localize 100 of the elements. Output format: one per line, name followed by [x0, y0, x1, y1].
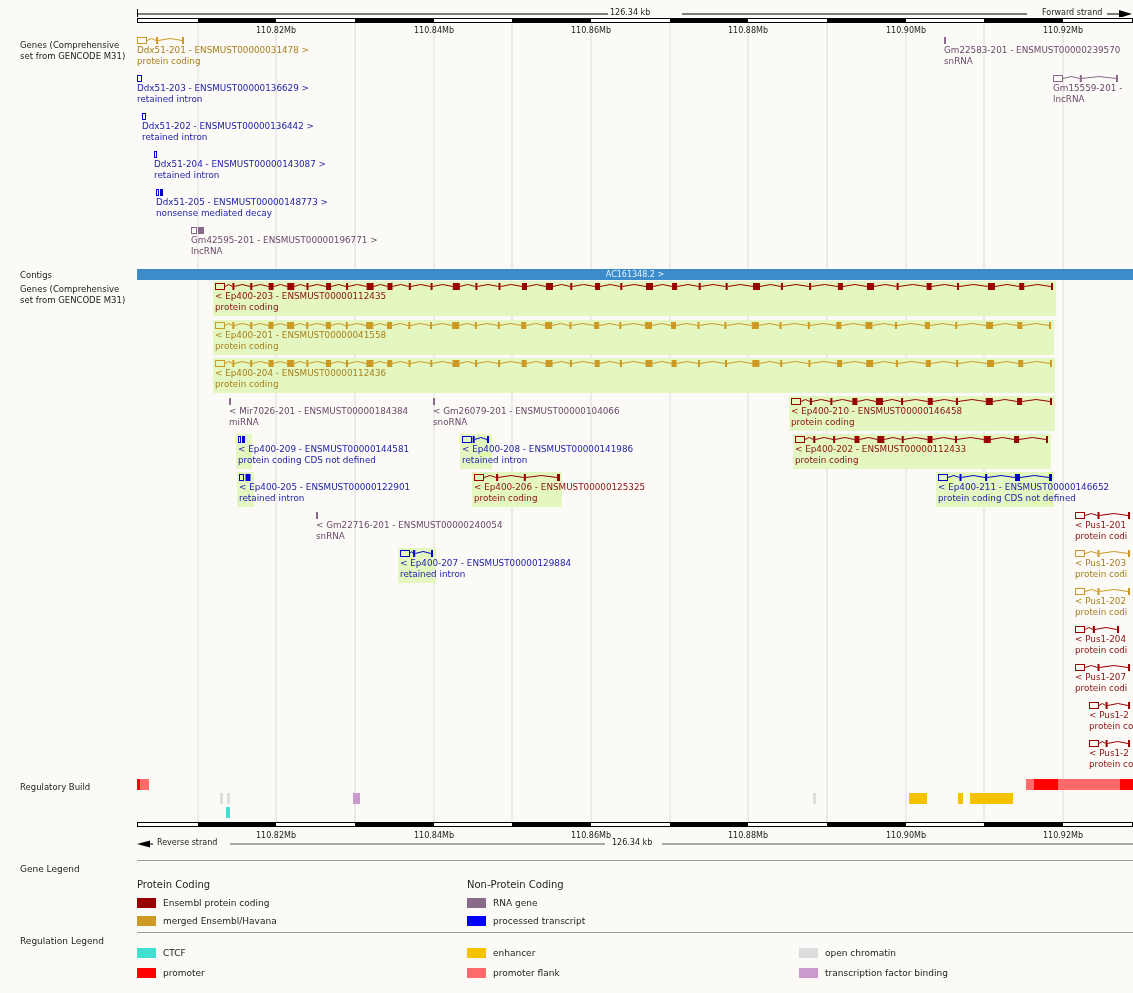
biotype-label: protein codi	[1075, 607, 1128, 618]
track-label: Contigs	[20, 270, 54, 281]
transcript-name[interactable]: < Pus1-2	[1089, 748, 1133, 759]
transcript-drawing[interactable]	[791, 398, 1053, 405]
transcript-drawing[interactable]	[238, 436, 246, 443]
transcript-drawing[interactable]	[137, 75, 143, 82]
legend-item-label: open chromatin	[825, 948, 896, 958]
transcript-drawing[interactable]	[239, 474, 252, 481]
transcript-name[interactable]: Ddx51-202 - ENSMUST00000136442 >	[142, 121, 314, 132]
tick-label: 110.86Mb	[570, 831, 612, 841]
transcript-name[interactable]: < Gm26079-201 - ENSMUST00000104066	[433, 406, 620, 417]
transcript-drawing[interactable]	[462, 436, 490, 443]
biotype-label: protein co	[1089, 721, 1133, 732]
transcript-drawing[interactable]	[142, 113, 147, 120]
biotype-label: protein coding	[137, 56, 202, 67]
transcript-drawing[interactable]	[474, 474, 560, 481]
transcript-name[interactable]: Gm42595-201 - ENSMUST00000196771 >	[191, 235, 378, 246]
transcript-name[interactable]: < Gm22716-201 - ENSMUST00000240054	[316, 520, 503, 531]
transcript-name[interactable]: < Pus1-207	[1075, 672, 1128, 683]
transcript-name[interactable]: < Ep400-209 - ENSMUST00000144581	[238, 444, 410, 455]
legend-item-label: promoter	[163, 968, 205, 978]
legend-item-label: transcription factor binding	[825, 968, 948, 978]
biotype-label: protein codi	[1075, 531, 1128, 542]
transcript-name[interactable]: < Pus1-203	[1075, 558, 1128, 569]
biotype-label: protein coding	[791, 417, 856, 428]
biotype-label: protein coding CDS not defined	[238, 455, 377, 466]
transcript-name[interactable]: Ddx51-203 - ENSMUST00000136629 >	[137, 83, 309, 94]
transcript-drawing[interactable]	[1075, 512, 1131, 519]
legend-item-label: promoter flank	[493, 968, 560, 978]
transcript-drawing[interactable]	[154, 151, 158, 158]
transcript-drawing[interactable]	[1075, 626, 1120, 633]
transcript-drawing[interactable]	[1053, 75, 1119, 82]
biotype-label: lncRNA	[191, 246, 224, 257]
biotype-label: snRNA	[316, 531, 346, 542]
legend-item-label: CTCF	[163, 948, 186, 958]
biotype-label: snRNA	[944, 56, 974, 67]
transcript-drawing[interactable]	[1089, 702, 1131, 709]
transcript-name[interactable]: < Ep400-207 - ENSMUST00000129884	[400, 558, 572, 569]
biotype-label: retained intron	[400, 569, 467, 580]
biotype-label: retained intron	[154, 170, 221, 181]
tick-label: 110.88Mb	[727, 831, 769, 841]
transcript-name[interactable]: < Ep400-211 - ENSMUST00000146652	[938, 482, 1110, 493]
transcript-name[interactable]: < Ep400-203 - ENSMUST00000112435	[215, 291, 387, 302]
biotype-label: retained intron	[239, 493, 306, 504]
transcript-name[interactable]: < Pus1-201	[1075, 520, 1128, 531]
transcript-name[interactable]: < Ep400-210 - ENSMUST00000146458	[791, 406, 963, 417]
biotype-label: protein coding	[215, 302, 280, 313]
legend-group-title: Protein Coding	[137, 879, 212, 891]
biotype-label: lncRNA	[1053, 94, 1086, 105]
biotype-label: protein co	[1089, 759, 1133, 770]
strand-label: Forward strand	[1040, 8, 1105, 18]
transcript-name[interactable]: < Pus1-202	[1075, 596, 1128, 607]
track-label: Genes (Comprehensive set from GENCODE M31)	[20, 284, 127, 306]
legend-item-label: enhancer	[493, 948, 536, 958]
transcript-name[interactable]: Ddx51-204 - ENSMUST00000143087 >	[154, 159, 326, 170]
legend-group-title: Non-Protein Coding	[467, 879, 565, 891]
transcript-drawing[interactable]	[400, 550, 434, 557]
transcript-name[interactable]: < Ep400-206 - ENSMUST00000125325	[474, 482, 646, 493]
tick-label: 110.84Mb	[413, 831, 455, 841]
transcript-name[interactable]: < Pus1-204	[1075, 634, 1128, 645]
tick-label: 110.90Mb	[885, 26, 927, 36]
biotype-label: retained intron	[137, 94, 204, 105]
track-label: Genes (Comprehensive set from GENCODE M31)	[20, 40, 127, 62]
transcript-name[interactable]: < Ep400-205 - ENSMUST00000122901	[239, 482, 411, 493]
biotype-label: miRNA	[229, 417, 260, 428]
transcript-drawing[interactable]	[795, 436, 1049, 443]
tick-label: 110.92Mb	[1042, 831, 1084, 841]
biotype-label: protein coding	[215, 341, 280, 352]
legend-item-label: Ensembl protein coding	[163, 898, 270, 908]
transcript-name[interactable]: Ddx51-201 - ENSMUST00000031478 >	[137, 45, 309, 56]
transcript-drawing[interactable]	[191, 227, 205, 234]
legend-item-label: merged Ensembl/Havana	[163, 916, 277, 926]
tick-label: 110.92Mb	[1042, 26, 1084, 36]
transcript-name[interactable]: Ddx51-205 - ENSMUST00000148773 >	[156, 197, 328, 208]
strand-label: Reverse strand	[155, 838, 220, 848]
legend-title: Gene Legend	[19, 863, 81, 876]
transcript-name[interactable]: Gm22583-201 - ENSMUST00000239570	[944, 45, 1121, 56]
transcript-drawing[interactable]	[1075, 664, 1131, 671]
transcript-name[interactable]: < Pus1-2	[1089, 710, 1133, 721]
biotype-label: protein coding	[795, 455, 860, 466]
transcript-name[interactable]: < Ep400-202 - ENSMUST00000112433	[795, 444, 967, 455]
transcript-drawing[interactable]	[156, 189, 164, 196]
tick-label: 110.90Mb	[885, 831, 927, 841]
tick-label: 110.82Mb	[255, 831, 297, 841]
biotype-label: protein coding CDS not defined	[938, 493, 1077, 504]
legend-item-label: RNA gene	[493, 898, 538, 908]
transcript-name[interactable]: < Mir7026-201 - ENSMUST00000184384	[229, 406, 409, 417]
track-label: Regulatory Build	[20, 782, 92, 793]
length-label: 126.34 kb	[608, 8, 653, 18]
transcript-drawing[interactable]	[938, 474, 1052, 481]
transcript-drawing[interactable]	[1089, 740, 1131, 747]
biotype-label: protein coding	[474, 493, 539, 504]
legend-item-label: processed transcript	[493, 916, 586, 926]
transcript-name[interactable]: Gm15559-201 -	[1053, 83, 1123, 94]
transcript-name[interactable]: < Ep400-208 - ENSMUST00000141986	[462, 444, 634, 455]
tick-label: 110.86Mb	[570, 26, 612, 36]
biotype-label: protein codi	[1075, 569, 1128, 580]
transcript-drawing[interactable]	[215, 283, 1054, 290]
tick-label: 110.84Mb	[413, 26, 455, 36]
tick-label: 110.82Mb	[255, 26, 297, 36]
